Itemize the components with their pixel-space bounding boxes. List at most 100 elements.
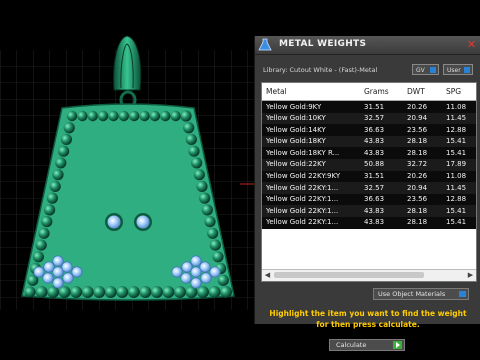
column-header-grams[interactable]: Grams (364, 87, 389, 96)
cell-grams: 32.57 (364, 114, 385, 123)
table-body: Yellow Gold:9KY 31.51 20.26 11.08 Yellow Gol… (262, 101, 476, 229)
bead (162, 286, 175, 298)
bead (196, 286, 209, 298)
bead (81, 286, 94, 298)
table-row[interactable]: Yellow Gold 22KY:1... 36.63 23.56 12.88 (262, 193, 476, 206)
bead (77, 110, 88, 122)
table-row[interactable]: Yellow Gold:10KY 32.57 20.94 11.45 (262, 112, 476, 125)
cell-grams: 50.88 (364, 160, 385, 169)
bead (170, 110, 181, 122)
gem (61, 261, 73, 273)
bead (173, 286, 186, 298)
cell-grams: 43.83 (364, 137, 385, 146)
user-button[interactable]: User (443, 64, 473, 75)
gem (181, 261, 193, 273)
bead (191, 157, 203, 169)
bead (104, 286, 117, 298)
gem (71, 266, 83, 278)
panel-title: METAL WEIGHTS (279, 39, 367, 49)
cell-grams: 43.83 (364, 148, 385, 157)
gem (171, 266, 183, 278)
cell-grams: 43.83 (364, 206, 385, 215)
cell-metal: Yellow Gold 22KY:1... (266, 195, 339, 204)
bead (24, 286, 36, 298)
cell-metal: Yellow Gold:14KY (266, 125, 326, 134)
cell-spg: 11.45 (446, 183, 467, 192)
table-header: Metal Grams DWT SPG (262, 83, 476, 101)
column-header-metal[interactable]: Metal (266, 87, 287, 96)
cell-dwt: 20.26 (407, 172, 428, 181)
cell-grams: 31.51 (364, 102, 385, 111)
table-row[interactable]: Yellow Gold 22KY:9KY 31.51 20.26 11.08 (262, 170, 476, 183)
bead (139, 110, 150, 122)
bead (60, 133, 72, 146)
bead (193, 169, 205, 181)
column-header-spg[interactable]: SPG (446, 87, 461, 96)
metal-table[interactable]: Metal Grams DWT SPG Yellow Gold:9KY 31.51… (261, 82, 477, 282)
cell-grams: 31.51 (364, 172, 385, 181)
gem (199, 261, 211, 273)
table-row[interactable]: Yellow Gold 22KY:1... 32.57 20.94 11.45 (262, 182, 476, 194)
scroll-right-icon[interactable]: ▶ (466, 271, 475, 280)
cell-metal: Yellow Gold 22KY:9KY (266, 172, 341, 181)
instruction-line-1: Highlight the item you want to find the … (269, 309, 467, 318)
scroll-left-icon[interactable]: ◀ (263, 271, 272, 280)
table-row[interactable]: Yellow Gold 22KY:1... 43.83 28.18 15.41 (262, 216, 476, 229)
bead (32, 251, 45, 263)
gem (190, 255, 202, 267)
gem (180, 272, 192, 284)
column-header-dwt[interactable]: DWT (407, 87, 425, 96)
gem (190, 266, 202, 278)
cell-metal: Yellow Gold:18KY R... (266, 148, 340, 157)
cell-spg: 12.88 (446, 125, 467, 134)
cell-metal: Yellow Gold 22KY:1... (266, 206, 339, 215)
bead (118, 110, 130, 122)
gem (33, 266, 45, 278)
bead (199, 192, 211, 204)
bead (70, 286, 83, 298)
cell-metal: Yellow Gold:10KY (266, 114, 326, 123)
bead (128, 110, 140, 122)
bead (180, 110, 192, 122)
bead (183, 122, 195, 134)
gem (42, 272, 54, 284)
bead (44, 204, 56, 216)
bead (196, 180, 208, 192)
cell-spg: 15.41 (446, 206, 467, 215)
bead (160, 110, 171, 122)
cell-spg: 11.08 (446, 102, 467, 111)
calculate-label: Calculate (336, 341, 367, 349)
gem (43, 261, 55, 273)
table-row[interactable]: Yellow Gold:18KY R... 43.83 28.18 15.41 (262, 147, 476, 159)
cell-metal: Yellow Gold:9KY (266, 102, 322, 111)
cell-metal: Yellow Gold:18KY (266, 137, 326, 146)
bead (58, 145, 70, 157)
table-row[interactable]: Yellow Gold 22KY:1... 43.83 28.18 15.41 (262, 205, 476, 217)
panel-titlebar[interactable]: METAL WEIGHTS ✕ (255, 36, 480, 55)
horizontal-scrollbar[interactable]: ◀ ▶ (262, 269, 476, 281)
close-icon[interactable]: ✕ (466, 39, 477, 50)
gem (209, 266, 221, 278)
table-row[interactable]: Yellow Gold:22KY 50.88 32.72 17.89 (262, 158, 476, 171)
gem (200, 272, 212, 284)
table-row[interactable]: Yellow Gold:14KY 36.63 23.56 12.88 (262, 124, 476, 136)
cell-spg: 12.88 (446, 195, 467, 204)
use-object-materials-label: Use Object Materials (378, 290, 446, 298)
bead (52, 169, 64, 181)
table-row[interactable]: Yellow Gold:9KY 31.51 20.26 11.08 (262, 101, 476, 113)
table-row[interactable]: Yellow Gold:18KY 43.83 28.18 15.41 (262, 135, 476, 148)
gv-button[interactable]: GV (412, 64, 439, 75)
bead (209, 239, 221, 251)
cell-dwt: 20.94 (407, 183, 428, 192)
bead (108, 110, 119, 122)
scroll-thumb[interactable] (274, 272, 424, 278)
cell-dwt: 28.18 (407, 148, 428, 157)
cell-dwt: 28.18 (407, 206, 428, 215)
calculate-button[interactable]: Calculate (329, 339, 405, 351)
gem-center-right (136, 215, 150, 229)
play-icon (393, 341, 402, 349)
cell-dwt: 23.56 (407, 195, 428, 204)
cell-spg: 15.41 (446, 148, 467, 157)
use-object-materials-button[interactable]: Use Object Materials (373, 288, 469, 300)
bead (201, 204, 213, 216)
